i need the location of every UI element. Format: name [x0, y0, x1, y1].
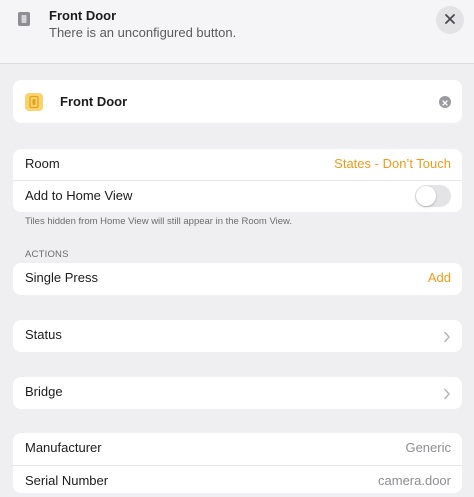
home-view-toggle[interactable] [415, 185, 451, 207]
actions-card: Single Press Add [13, 263, 462, 295]
status-card[interactable]: Status [13, 320, 462, 352]
serial-number-label: Serial Number [25, 473, 109, 488]
toggle-knob [416, 186, 436, 206]
clear-icon [442, 93, 448, 111]
device-name-card: Front Door [13, 80, 462, 123]
header-subtitle: There is an unconfigured button. [49, 25, 237, 40]
single-press-label: Single Press [25, 270, 98, 285]
room-value[interactable]: States - Don’t Touch [334, 156, 451, 171]
serial-number-value: camera.door [378, 473, 451, 488]
single-press-row: Single Press Add [13, 263, 462, 294]
room-row[interactable]: Room States - Don’t Touch [13, 149, 462, 180]
modal-header: Front Door There is an unconfigured butt… [0, 0, 474, 64]
close-button[interactable] [436, 6, 464, 34]
home-view-label: Add to Home View [25, 188, 133, 203]
device-info-card: Manufacturer Generic Serial Number camer… [13, 433, 462, 493]
clear-name-button[interactable] [439, 96, 451, 108]
chevron-right-icon [443, 330, 451, 343]
bridge-label: Bridge [25, 384, 63, 399]
button-device-icon [25, 93, 43, 111]
status-row[interactable]: Status [13, 320, 462, 351]
button-device-icon [16, 10, 32, 28]
bridge-row[interactable]: Bridge [13, 377, 462, 408]
chevron-right-icon [443, 387, 451, 400]
device-name-field[interactable]: Front Door [60, 94, 127, 109]
serial-number-row: Serial Number camera.door [13, 465, 462, 497]
room-label: Room [25, 156, 60, 171]
manufacturer-label: Manufacturer [25, 440, 102, 455]
close-icon [445, 11, 455, 29]
manufacturer-value: Generic [405, 440, 451, 455]
room-settings-card: Room States - Don’t Touch Add to Home Vi… [13, 149, 462, 212]
home-view-note: Tiles hidden from Home View will still a… [25, 216, 292, 227]
bridge-card[interactable]: Bridge [13, 377, 462, 409]
actions-section-header: ACTIONS [25, 249, 69, 260]
header-title: Front Door [49, 8, 117, 23]
add-action-button[interactable]: Add [428, 270, 451, 285]
status-label: Status [25, 327, 62, 342]
home-view-row: Add to Home View [13, 180, 462, 212]
manufacturer-row: Manufacturer Generic [13, 433, 462, 465]
